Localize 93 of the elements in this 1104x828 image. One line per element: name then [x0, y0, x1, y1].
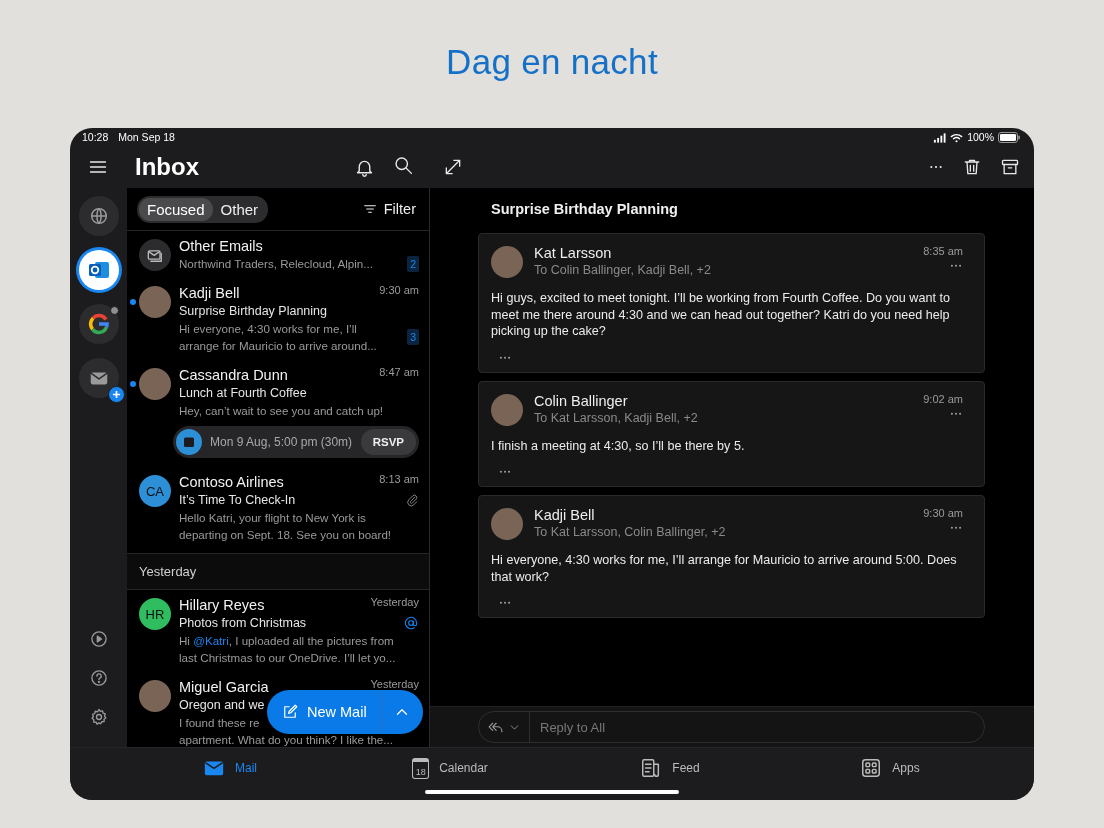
page-headline: Dag en nacht — [446, 42, 658, 82]
message-time: 8:13 am — [379, 473, 419, 486]
more-icon[interactable] — [949, 526, 963, 530]
message-preview: Hello Katri, your flight to New York is — [179, 510, 366, 526]
message-preview: Northwind Traders, Relecloud, Alpin... — [179, 256, 373, 272]
message-preview: last Christmas to our OneDrive. I’ll let yo... — [179, 650, 396, 666]
inbox-tab[interactable]: Focused — [139, 197, 213, 221]
sender-name[interactable]: Kadji Bell — [534, 506, 913, 524]
help-icon[interactable] — [88, 668, 109, 688]
message-time: 8:35 am — [923, 244, 963, 258]
recipients: To Colin Ballinger, Kadji Bell, +2 — [534, 262, 712, 279]
avatar-photo — [491, 393, 523, 426]
sender-name[interactable]: Miguel Garcia — [179, 678, 269, 696]
message-subject: Photos from Christmas — [179, 615, 307, 632]
status-time: 10:28 — [82, 131, 109, 143]
nav-tab[interactable]: Apps — [780, 748, 1000, 788]
message-time: 9:30 am — [923, 506, 963, 520]
message-preview: arrange for Mauricio to arrive around... — [179, 338, 377, 354]
conversation-subject: Surprise Birthday Planning — [491, 200, 679, 218]
event-chip[interactable]: Mon 9 Aug, 5:00 pm (30m) RSVP — [173, 426, 419, 458]
count-badge: 3 — [407, 329, 419, 345]
avatar-photo — [139, 680, 171, 712]
message-preview: I found these re — [179, 715, 260, 731]
message-preview: apartment. What do you think? I like the... — [179, 732, 393, 747]
mention-link[interactable]: @Katri — [193, 634, 229, 647]
recipients: To Kat Larsson, Colin Ballinger, +2 — [534, 524, 727, 541]
apps-icon — [860, 757, 883, 779]
expand-options-button[interactable] — [381, 690, 423, 734]
message-preview: Hi everyone, 4:30 works for me, I’ll — [179, 321, 357, 337]
message-subject: Oregon and we — [179, 697, 265, 714]
nav-tab[interactable]: 18 Calendar — [340, 748, 560, 788]
avatar-initials: HR — [139, 598, 171, 630]
avatar-initials: CA — [139, 475, 171, 507]
count-badge: 2 — [407, 255, 419, 272]
calendar-icon — [176, 429, 202, 455]
event-time: Mon 9 Aug, 5:00 pm (30m) — [210, 435, 353, 449]
battery-icon — [998, 131, 1020, 143]
show-more-icon[interactable] — [498, 470, 512, 474]
sender-name[interactable]: Colin Ballinger — [534, 391, 913, 410]
group-title[interactable]: Other Emails — [179, 237, 263, 255]
inbox-title: Inbox — [135, 153, 199, 181]
message-subject: Surprise Birthday Planning — [179, 303, 327, 320]
more-icon[interactable] — [928, 165, 944, 169]
signal-icon — [933, 130, 947, 144]
account-button[interactable] — [78, 304, 119, 344]
account-button[interactable] — [78, 250, 119, 290]
account-button[interactable] — [78, 358, 119, 398]
message-time: 8:47 am — [379, 366, 419, 379]
avatar-photo — [491, 508, 523, 540]
trash-icon[interactable] — [962, 157, 982, 177]
status-dot — [109, 306, 119, 315]
message-preview: departing on Sept. 18. See you on board! — [179, 527, 392, 543]
message-time: 9:30 am — [379, 284, 419, 297]
archive-icon[interactable] — [1000, 157, 1020, 177]
message-preview: Hi @Katri, I uploaded all the pictures from — [179, 633, 394, 649]
search-icon[interactable] — [393, 154, 414, 176]
message-time: Yesterday — [370, 596, 419, 609]
filter-button[interactable]: Filter — [361, 201, 416, 217]
nav-tab[interactable]: Mail — [120, 748, 340, 788]
calendar-icon: 18 — [412, 757, 430, 779]
message-body: Hi everyone, 4:30 works for me, I’ll arrange for Mauricio to arrive around 5:00. Does that work? — [491, 552, 958, 585]
message-subject: It’s Time To Check-In — [179, 492, 296, 509]
inbox-tab[interactable]: Other — [212, 197, 267, 221]
rsvp-button[interactable]: RSVP — [360, 429, 416, 455]
message-preview: Hey, can’t wait to see you and catch up! — [179, 403, 384, 419]
show-more-icon[interactable] — [498, 355, 512, 360]
more-icon[interactable] — [949, 411, 963, 415]
settings-icon[interactable] — [88, 707, 109, 727]
nav-tab[interactable]: Feed — [560, 748, 780, 788]
recipients: To Kat Larsson, Kadji Bell, +2 — [534, 409, 699, 427]
play-icon[interactable] — [88, 629, 109, 649]
message-body: I finish a meeting at 4:30, so I’ll be there by 5. — [491, 437, 746, 454]
battery-percent: 100% — [967, 131, 994, 143]
sender-name[interactable]: Contoso Airlines — [179, 473, 284, 491]
more-icon[interactable] — [949, 264, 963, 268]
sender-name[interactable]: Hillary Reyes — [179, 596, 265, 614]
section-header: Yesterday — [127, 553, 429, 590]
message-time: 9:02 am — [923, 391, 963, 406]
message-subject: Lunch at Fourth Coffee — [179, 385, 307, 402]
status-date: Mon Sep 18 — [118, 131, 175, 143]
google-logo-icon — [86, 312, 111, 336]
show-more-icon[interactable] — [498, 601, 512, 605]
account-button[interactable] — [78, 196, 119, 236]
sender-name[interactable]: Kat Larsson — [534, 244, 913, 262]
expand-icon[interactable] — [443, 157, 463, 177]
sender-name[interactable]: Kadji Bell — [179, 284, 240, 302]
avatar-photo — [491, 246, 523, 278]
message-time: Yesterday — [370, 678, 419, 691]
avatar-photo — [139, 368, 171, 400]
message-body: Hi guys, excited to meet tonight. I’ll be working from Fourth Coffee. Do you want to meet me there around 4:30 and we can head out together? Katri do you need help picking up the cake? — [491, 290, 951, 340]
avatar-photo — [139, 286, 171, 318]
compose-icon — [281, 703, 299, 721]
sender-name[interactable]: Cassandra Dunn — [179, 366, 288, 384]
